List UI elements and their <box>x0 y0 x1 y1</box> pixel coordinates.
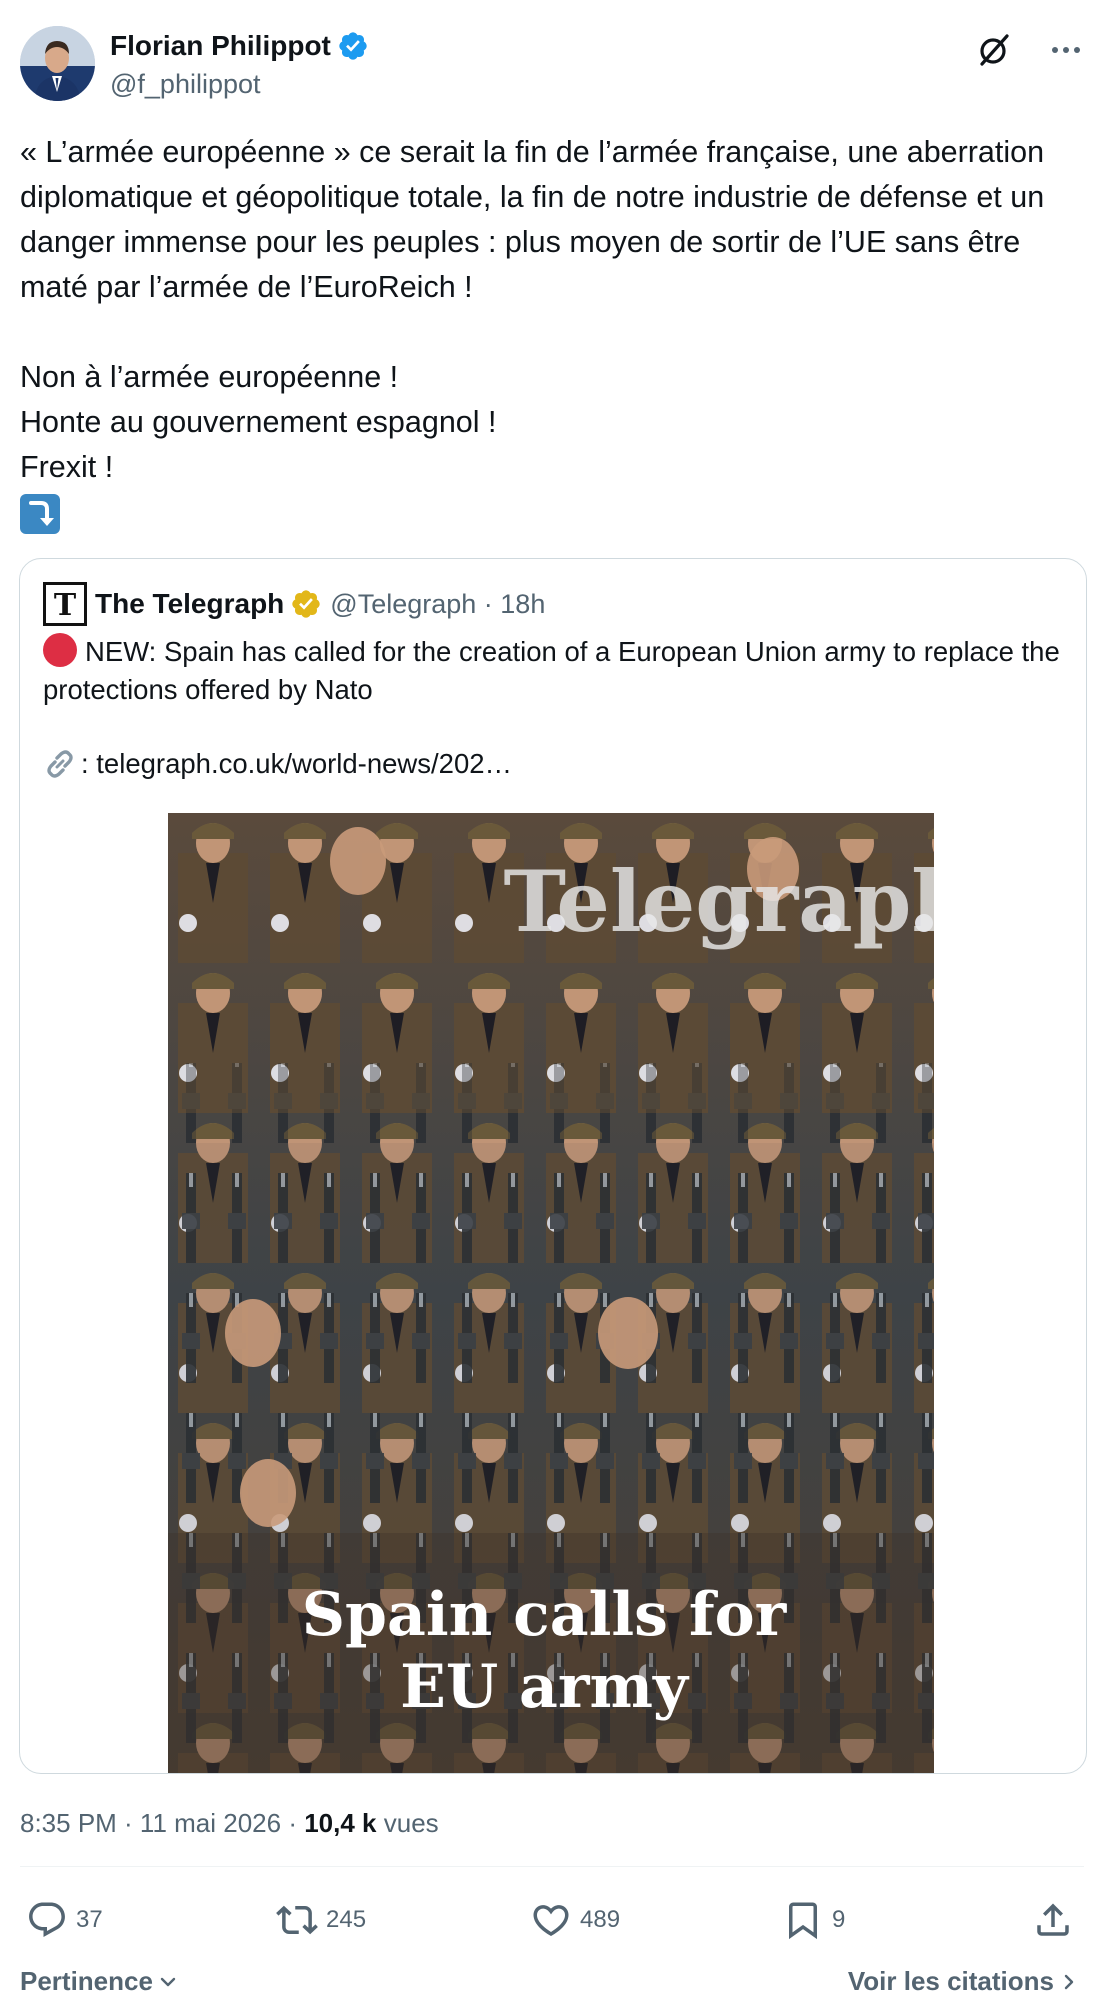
reply-count: 37 <box>76 1906 103 1933</box>
action-bar: 37 245 489 9 <box>20 1895 1084 1945</box>
image-headline-line2: EU army <box>400 1652 690 1722</box>
image-headline-line1: Spain calls for <box>302 1580 788 1650</box>
view-quotes-label: Voir les citations <box>847 1966 1054 1996</box>
reply-button[interactable]: 37 <box>26 1895 103 1945</box>
verified-badge-icon <box>339 32 367 60</box>
chevron-down-icon <box>160 1977 176 1986</box>
tweet-meta: 8:35 PM · 11 mai 2026 · 10,4 k vues <box>20 1808 439 1839</box>
repost-icon <box>276 1905 318 1935</box>
gold-verified-badge-icon <box>292 590 320 618</box>
views-label: vues <box>376 1808 439 1838</box>
arrow-curving-down-icon <box>20 494 60 534</box>
repost-button[interactable]: 245 <box>276 1895 366 1945</box>
quote-author-name[interactable]: The Telegraph <box>95 588 284 620</box>
quote-link-line: : telegraph.co.uk/world-news/202… <box>43 745 512 783</box>
more-options-icon[interactable] <box>1048 36 1084 64</box>
author-name[interactable]: Florian Philippot <box>110 30 331 62</box>
tweet-timestamp[interactable]: 8:35 PM · 11 mai 2026 · <box>20 1808 304 1838</box>
red-circle-icon <box>43 633 77 667</box>
replies-footer: Pertinence Voir les citations <box>20 1962 1084 2002</box>
quote-link[interactable]: : telegraph.co.uk/world-news/202… <box>81 745 512 783</box>
share-icon <box>1037 1903 1069 1936</box>
quoted-tweet[interactable]: T The Telegraph @Telegraph · 18h NEW: Sp… <box>19 558 1087 1774</box>
tweet-header: Florian Philippot @f_philippot <box>20 26 1084 106</box>
sort-label: Pertinence <box>20 1966 153 1996</box>
svg-text:T: T <box>54 588 77 622</box>
quote-text: NEW: Spain has called for the creation o… <box>43 633 1063 709</box>
repost-count: 245 <box>326 1906 367 1933</box>
bookmark-count: 9 <box>832 1906 846 1933</box>
heart-icon <box>533 1905 569 1937</box>
image-watermark: Telegraph <box>504 852 934 951</box>
grok-icon[interactable] <box>976 32 1012 68</box>
view-quotes-link[interactable]: Voir les citations <box>848 1966 1080 1997</box>
tweet-text: « L’armée européenne » ce serait la fin … <box>20 135 1045 484</box>
quote-image[interactable]: Telegraph Spain calls for EU army <box>168 813 934 1773</box>
avatar[interactable] <box>20 26 95 101</box>
quote-text-body: NEW: Spain has called for the creation o… <box>43 636 1060 705</box>
chevron-right-icon <box>1064 1974 1074 1989</box>
author-handle[interactable]: @f_philippot <box>110 69 261 100</box>
like-count: 489 <box>580 1906 621 1933</box>
like-button[interactable]: 489 <box>530 1895 620 1945</box>
quote-handle-time[interactable]: @Telegraph · 18h <box>330 589 545 620</box>
link-icon <box>47 750 73 778</box>
views-count: 10,4 k <box>304 1808 377 1838</box>
reply-icon <box>29 1902 65 1937</box>
bookmark-icon <box>789 1902 817 1940</box>
sort-dropdown[interactable]: Pertinence <box>20 1966 179 1997</box>
share-button[interactable] <box>1032 1895 1082 1945</box>
bookmark-button[interactable]: 9 <box>782 1895 845 1945</box>
telegraph-logo[interactable]: T <box>43 582 87 626</box>
divider <box>20 1866 1084 1867</box>
